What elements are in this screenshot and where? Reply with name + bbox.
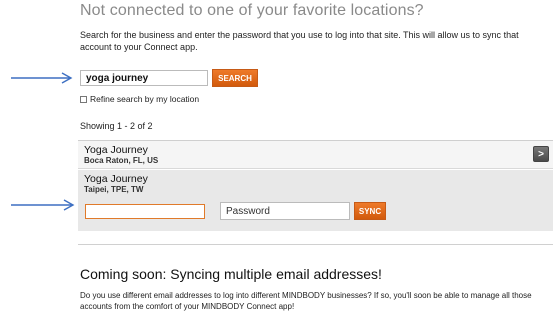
list-item: Yoga Journey Taipei, TPE, TW SYNC: [78, 170, 553, 231]
refine-location-checkbox[interactable]: Refine search by my location: [80, 94, 199, 104]
section-divider: [78, 244, 553, 245]
business-location: Taipei, TPE, TW: [84, 185, 144, 194]
checkbox-icon[interactable]: [80, 95, 87, 103]
arrow-right-icon: [11, 199, 75, 211]
business-location: Boca Raton, FL, US: [84, 156, 159, 165]
business-name: Yoga Journey: [84, 173, 148, 185]
sync-button[interactable]: SYNC: [354, 202, 386, 220]
search-input[interactable]: [80, 70, 208, 86]
chevron-right-icon[interactable]: >: [533, 146, 549, 162]
arrow-right-icon: [11, 72, 73, 84]
results-list: Yoga Journey Boca Raton, FL, US > Yoga J…: [78, 140, 553, 231]
coming-soon-text: Do you use different email addresses to …: [80, 291, 532, 311]
search-button[interactable]: SEARCH: [212, 69, 258, 87]
intro-text: Search for the business and enter the pa…: [80, 30, 519, 52]
section-heading: Not connected to one of your favorite lo…: [80, 2, 424, 19]
email-field[interactable]: [85, 204, 205, 219]
password-field[interactable]: [220, 202, 350, 220]
results-count: Showing 1 - 2 of 2: [80, 121, 153, 131]
list-item[interactable]: Yoga Journey Boca Raton, FL, US >: [78, 141, 553, 169]
refine-label: Refine search by my location: [90, 94, 200, 104]
coming-soon-title: Coming soon: Syncing multiple email addr…: [80, 266, 382, 282]
business-name: Yoga Journey: [84, 144, 148, 156]
